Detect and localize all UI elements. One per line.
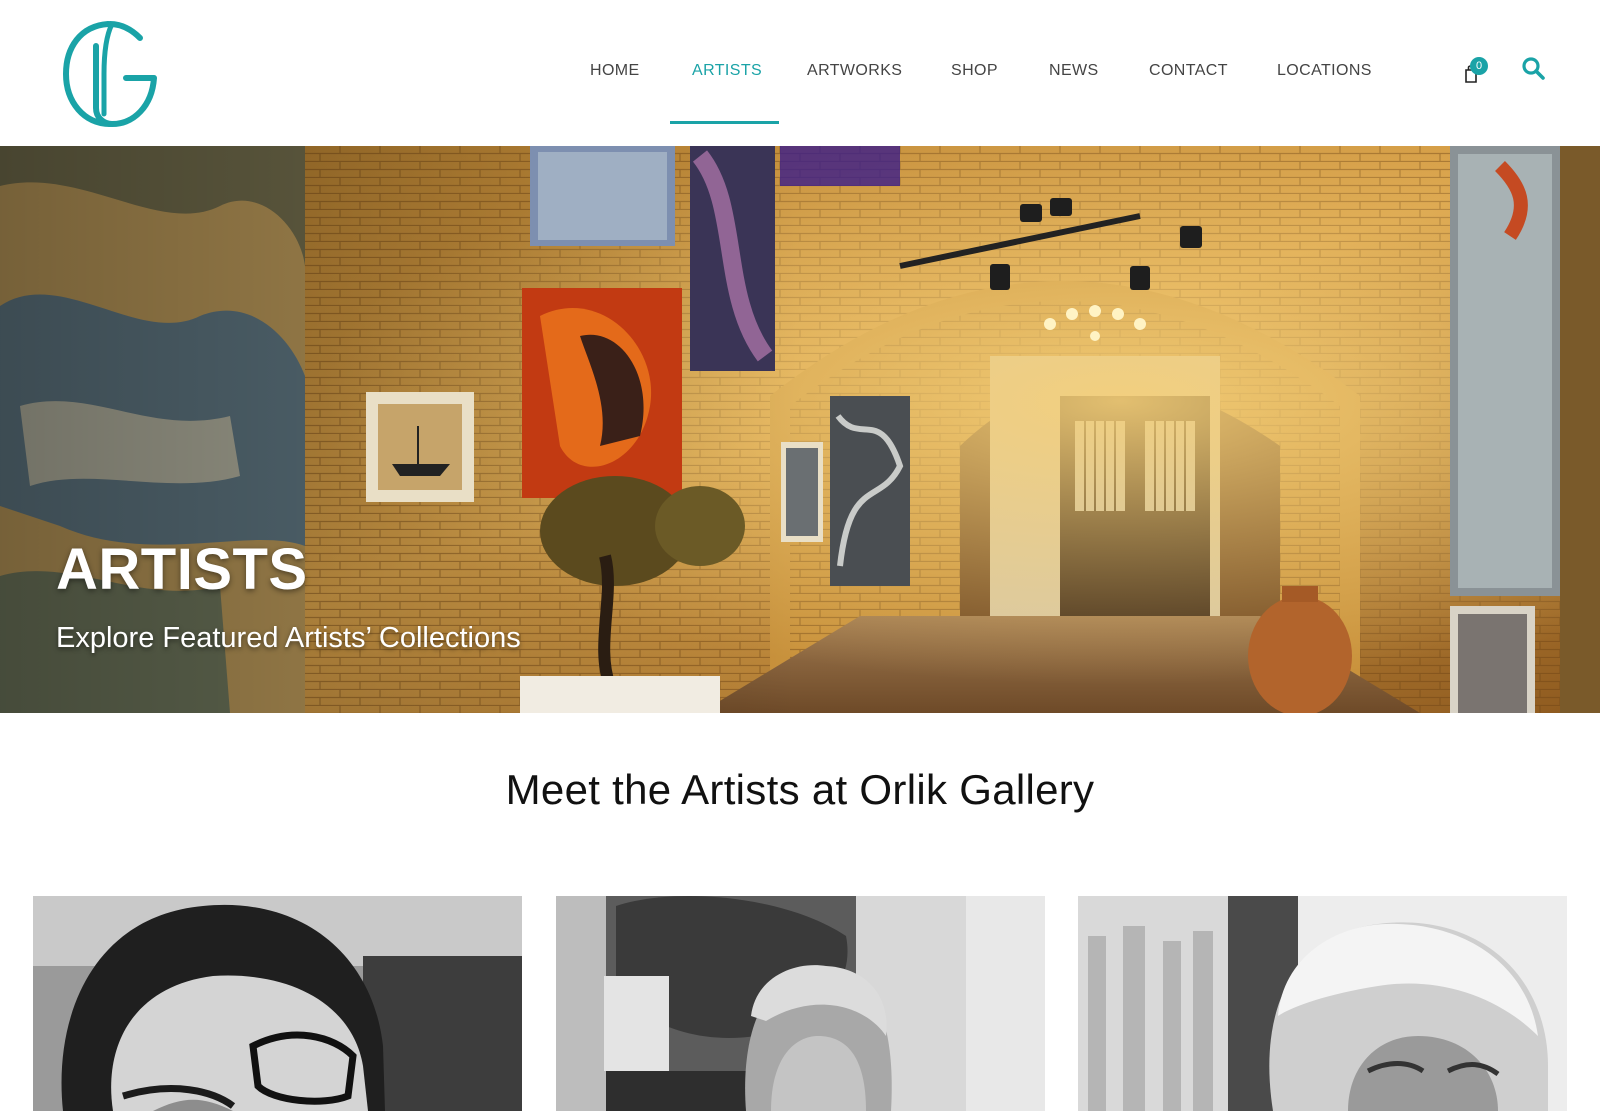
site-header: HOME ARTISTS ARTWORKS SHOP NEWS CONTACT … [0,0,1600,146]
nav-home[interactable]: HOME [590,62,640,80]
hero-subtitle: Explore Featured Artists’ Collections [56,622,521,654]
artist-portrait-2 [556,896,1045,1111]
artist-card-2[interactable] [556,896,1045,1111]
nav-locations[interactable]: LOCATIONS [1277,62,1372,80]
search-icon [1522,57,1545,80]
nav-artists[interactable]: ARTISTS [692,62,762,80]
search-button[interactable] [1521,56,1547,82]
hero-banner: ARTISTS Explore Featured Artists’ Collec… [0,146,1600,713]
section-heading: Meet the Artists at Orlik Gallery [505,766,1095,813]
artist-portrait-1 [33,896,522,1111]
artist-portrait-3 [1078,896,1567,1111]
nav-contact[interactable]: CONTACT [1149,62,1228,80]
artist-card-3[interactable] [1078,896,1567,1111]
artist-card-1[interactable] [33,896,522,1111]
nav-shop[interactable]: SHOP [951,62,998,80]
main-nav: HOME ARTISTS ARTWORKS SHOP NEWS CONTACT … [0,0,1600,146]
nav-news[interactable]: NEWS [1049,62,1099,80]
cart-count-badge: 0 [1470,57,1488,75]
active-nav-indicator [670,121,779,124]
hero-title: ARTISTS [56,537,308,602]
nav-artworks[interactable]: ARTWORKS [807,62,902,80]
